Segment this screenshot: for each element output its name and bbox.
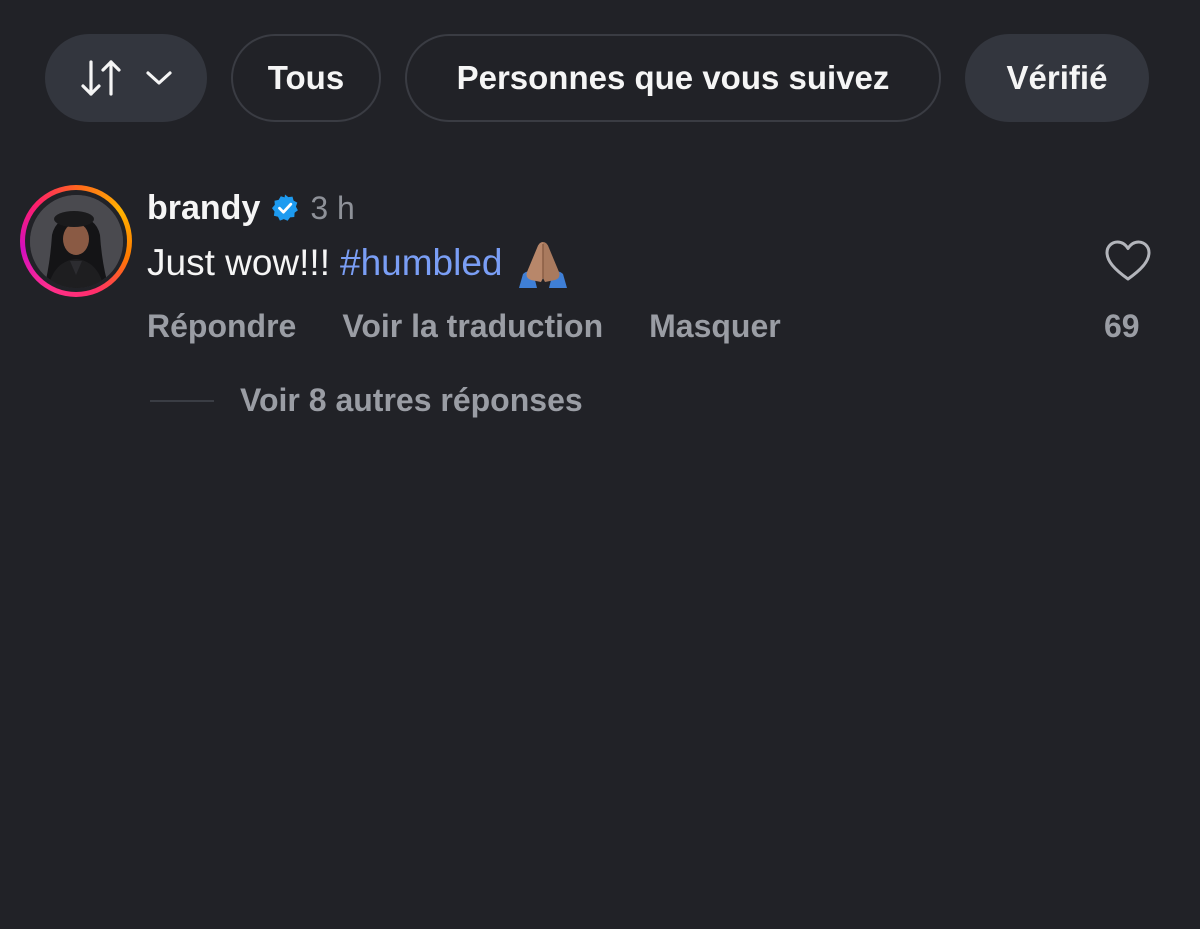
filter-following-chip[interactable]: Personnes que vous suivez — [405, 34, 941, 122]
avatar-story-ring[interactable] — [20, 185, 132, 297]
hide-button[interactable]: Masquer — [649, 308, 781, 345]
filter-verified-chip[interactable]: Vérifié — [965, 34, 1149, 122]
verified-badge-icon — [270, 193, 300, 223]
sort-arrows-icon — [79, 58, 123, 98]
comments-screen: Tous Personnes que vous suivez Vérifié b… — [0, 0, 1200, 929]
folded-hands-icon — [517, 238, 569, 288]
like-count[interactable]: 69 — [1104, 308, 1140, 345]
view-more-replies-label: Voir 8 autres réponses — [240, 382, 583, 418]
comment-body: Just wow!!! #humbled — [147, 238, 569, 288]
comment-text: Just wow!!! — [147, 242, 330, 283]
view-more-replies[interactable]: Voir 8 autres réponses — [150, 382, 583, 419]
replies-divider — [150, 399, 214, 402]
filter-all-label: Tous — [267, 59, 345, 96]
filter-verified-label: Vérifié — [1006, 59, 1108, 96]
filter-following-label: Personnes que vous suivez — [456, 59, 890, 96]
comment-timestamp: 3 h — [310, 189, 355, 226]
chevron-down-icon — [145, 69, 173, 87]
comment-actions: Répondre Voir la traduction Masquer — [147, 308, 781, 345]
filter-all-chip[interactable]: Tous — [231, 34, 381, 122]
comment-header: brandy 3 h — [147, 186, 355, 230]
sort-button[interactable] — [45, 34, 207, 122]
reply-button[interactable]: Répondre — [147, 308, 296, 345]
avatar — [29, 194, 123, 288]
hashtag-link[interactable]: #humbled — [340, 242, 503, 284]
translate-button[interactable]: Voir la traduction — [342, 308, 603, 345]
username[interactable]: brandy — [147, 189, 260, 228]
heart-icon[interactable] — [1104, 239, 1152, 288]
filter-bar: Tous Personnes que vous suivez Vérifié — [45, 34, 1149, 122]
